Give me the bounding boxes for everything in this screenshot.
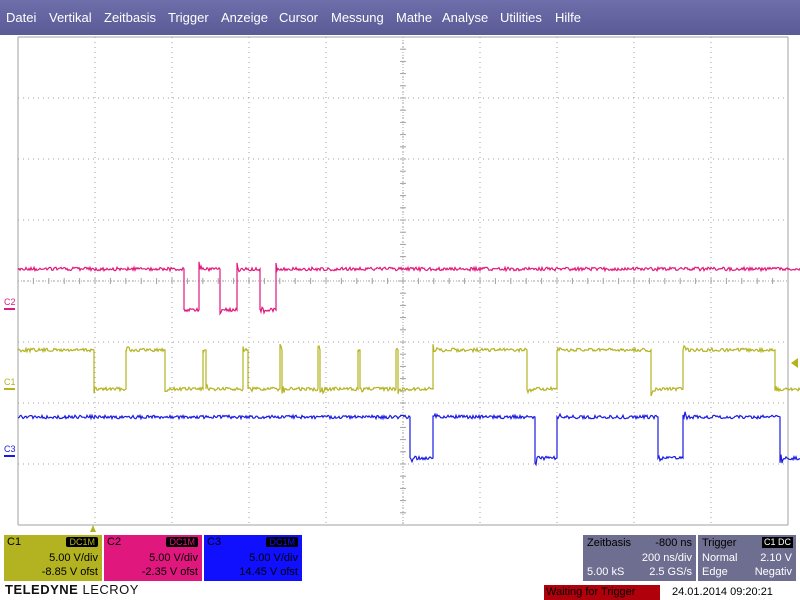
timebase-per-div: 200 ns/div — [641, 552, 692, 564]
menu-utilities[interactable]: Utilities — [500, 10, 542, 25]
channel-3-coupling-badge: DC1M — [266, 537, 298, 547]
menu-mathe[interactable]: Mathe — [396, 10, 432, 25]
channel-2-descriptor[interactable]: C2 DC1M 5.00 V/div -2.35 V ofst — [104, 535, 202, 581]
timebase-label: Zeitbasis — [587, 537, 632, 549]
channel-3-descriptor[interactable]: C3 DC1M 5.00 V/div 14.45 V ofst — [204, 535, 302, 581]
trigger-slope: Negativ — [754, 566, 792, 578]
menu-messung[interactable]: Messung — [331, 10, 384, 25]
channel-3-offset: 14.45 V ofst — [239, 566, 298, 578]
menu-hilfe[interactable]: Hilfe — [555, 10, 581, 25]
logo-lecroy: LECROY — [82, 582, 139, 597]
trigger-descriptor[interactable]: Trigger C1 DC Normal 2.10 V Edge Negativ — [698, 535, 796, 581]
waveform-display[interactable]: C2 C1 C3 — [0, 35, 800, 535]
channel-3-header: C3 DC1M — [204, 535, 302, 549]
trigger-type: Edge — [702, 566, 728, 578]
timebase-delay: -800 ns — [655, 537, 692, 549]
trigger-status: Waiting for Trigger — [544, 585, 660, 600]
menu-vertikal[interactable]: Vertikal — [49, 10, 92, 25]
timebase-sample-rate: 2.5 GS/s — [649, 566, 692, 578]
channel-1-scale: 5.00 V/div — [49, 552, 98, 564]
channel-1-descriptor[interactable]: C1 DC1M 5.00 V/div -8.85 V ofst — [4, 535, 102, 581]
channel-2-header: C2 DC1M — [104, 535, 202, 549]
trigger-label: Trigger — [702, 537, 737, 549]
menu-anzeige[interactable]: Anzeige — [221, 10, 268, 25]
channel-1-coupling-badge: DC1M — [66, 537, 98, 547]
trigger-level: 2.10 V — [760, 552, 792, 564]
trigger-mode: Normal — [702, 552, 738, 564]
channel-2-offset: -2.35 V ofst — [141, 566, 198, 578]
timebase-descriptor[interactable]: Zeitbasis -800 ns 200 ns/div 5.00 kS 2.5… — [583, 535, 696, 581]
trigger-source-badge: C1 DC — [761, 537, 793, 548]
menu-datei[interactable]: Datei — [6, 10, 36, 25]
menu-trigger[interactable]: Trigger — [168, 10, 209, 25]
brand-logo: TELEDYNE LECROY — [5, 582, 139, 597]
channel-2-scale: 5.00 V/div — [149, 552, 198, 564]
menu-zeitbasis[interactable]: Zeitbasis — [104, 10, 156, 25]
channel-1-name: C1 — [7, 536, 22, 548]
date-time: 24.01.2014 09:20:21 — [672, 586, 773, 598]
channel-2-coupling-badge: DC1M — [166, 537, 198, 547]
channel-3-scale: 5.00 V/div — [249, 552, 298, 564]
channel-1-header: C1 DC1M — [4, 535, 102, 549]
channel-1-offset: -8.85 V ofst — [41, 566, 98, 578]
channel-2-marker[interactable]: C2 — [4, 297, 16, 307]
channel-3-marker[interactable]: C3 — [4, 444, 16, 454]
channel-1-marker[interactable]: C1 — [4, 377, 16, 387]
channel-2-name: C2 — [107, 536, 122, 548]
menu-cursor[interactable]: Cursor — [279, 10, 318, 25]
menu-analyse[interactable]: Analyse — [442, 10, 488, 25]
menu-bar: Datei Vertikal Zeitbasis Trigger Anzeige… — [0, 0, 800, 35]
channel-3-name: C3 — [207, 536, 222, 548]
logo-teledyne: TELEDYNE — [5, 582, 79, 597]
timebase-samples: 5.00 kS — [587, 566, 625, 578]
